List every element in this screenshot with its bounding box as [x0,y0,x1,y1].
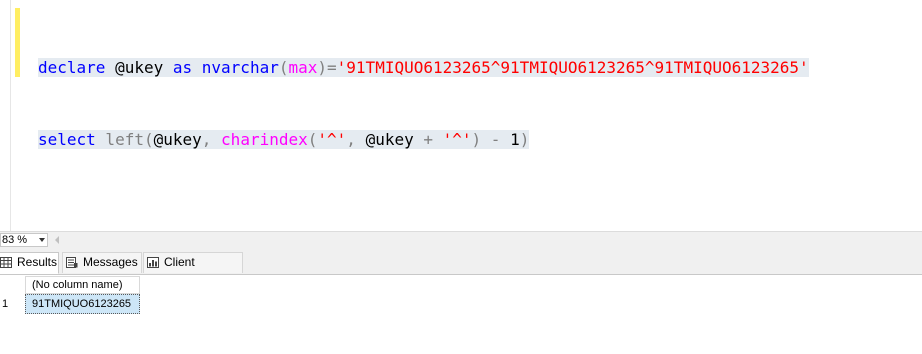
tab-client-statistics[interactable]: Client Statistics [143,252,243,288]
operator-paren-close-eq: )= [317,58,337,77]
grid-icon [0,257,12,268]
variable-ukey: @ukey [153,130,202,149]
operator-paren-open: ( [143,130,154,149]
query-editor[interactable]: declare @ukey as nvarchar ( max)='91TMIQUO… [0,0,922,231]
column-header[interactable]: (No column name) [25,276,140,294]
chevron-down-icon[interactable] [39,238,45,242]
operator-paren-close: ) [519,130,530,149]
scroll-left-arrow-icon[interactable] [55,236,59,244]
keyword-nvarchar: nvarchar [192,58,279,77]
string-caret-2: '^' [442,130,472,149]
variable-ukey-2: @ukey [365,130,424,149]
tab-results[interactable]: Results [0,252,59,274]
keyword-declare: declare [38,58,106,77]
operator-plus: + [423,130,443,149]
operator-comma-2: , [346,130,366,149]
number-one: 1 [510,130,520,149]
messages-icon [66,257,78,268]
statistics-icon [147,257,159,268]
function-charindex: charindex [221,130,308,149]
editor-gutter [10,0,11,231]
change-tracking-marker [15,8,20,77]
zoom-dropdown[interactable]: 83 % [0,233,48,247]
variable-ukey: @ukey [105,58,173,77]
function-left: left [95,130,144,149]
tab-label: Messages [83,255,138,269]
tab-label: Results [17,255,58,269]
results-tab-strip: Results Messages Client Statistics [0,249,922,288]
row-number[interactable]: 1 [0,294,27,314]
results-grid: (No column name) 1 91TMIQUO6123265 [0,275,922,354]
result-cell[interactable]: 91TMIQUO6123265 [25,294,140,314]
tab-messages[interactable]: Messages [62,252,142,273]
operator-minus: ) - [471,130,511,149]
keyword-as: as [172,58,193,77]
zoom-value: 83 % [2,234,28,246]
editor-status-bar: 83 % [0,231,922,249]
keyword-select: select [38,130,96,149]
code-line-1: declare @ukey as nvarchar(max)='91TMIQUO… [38,56,809,80]
code-area[interactable]: declare @ukey as nvarchar ( max)='91TMIQUO… [38,8,809,200]
keyword-max: max [288,58,318,77]
operator-paren-open-2: ( [307,130,318,149]
string-caret: '^' [317,130,347,149]
string-literal: '91TMIQUO6123265^91TMIQUO6123265^91TMIQU… [336,58,809,77]
operator-comma: , [201,130,222,149]
code-line-2: select left(@ukey, charindex('^', @ukey … [38,128,809,152]
